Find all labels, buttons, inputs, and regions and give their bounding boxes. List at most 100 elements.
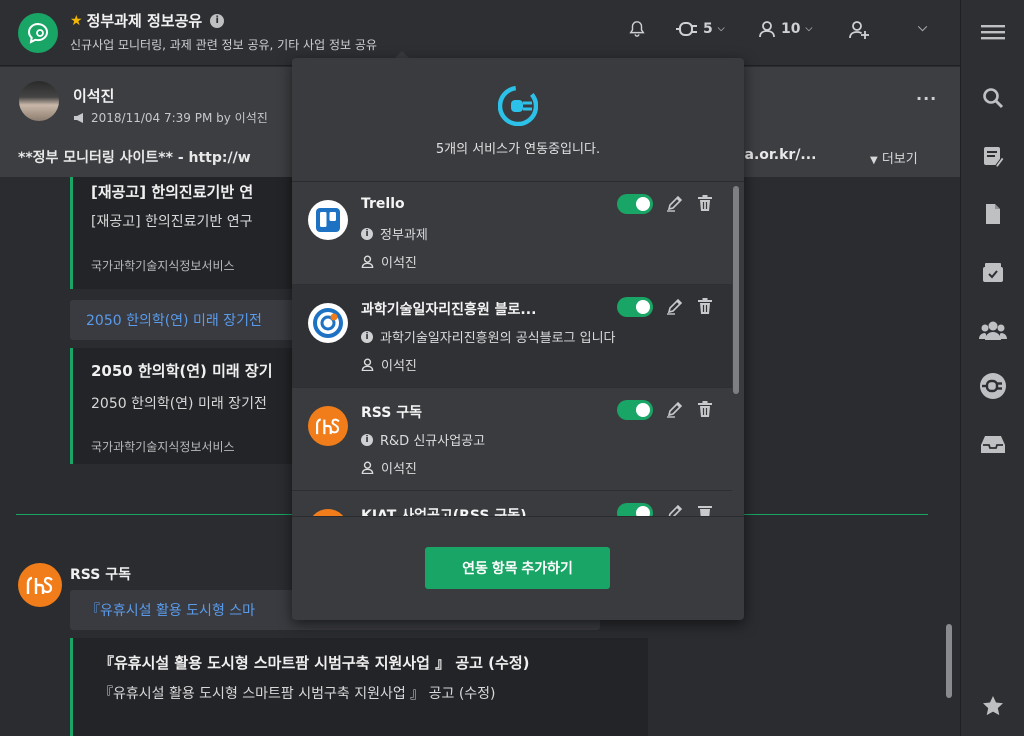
add-integration-button[interactable]: 연동 항목 추가하기 — [425, 547, 610, 589]
integration-plug-icon[interactable] — [977, 370, 1009, 402]
file-icon[interactable] — [977, 198, 1009, 230]
card-description: 『유휴시설 활용 도시형 스마트팜 시범구축 지원사업 』 공고 (수정) — [99, 686, 496, 702]
service-toggle[interactable] — [617, 400, 653, 420]
info-icon[interactable]: i — [210, 13, 225, 28]
show-more-label: 더보기 — [881, 152, 918, 167]
megaphone-icon — [74, 112, 83, 123]
feed-link[interactable]: 2050 한의학(연) 미래 장기전 — [70, 300, 295, 340]
service-toggle[interactable] — [617, 297, 653, 317]
card-description: [재공고] 한의진료기반 연구 — [91, 214, 253, 230]
show-more-link[interactable]: ▼ 더보기 — [870, 148, 918, 167]
task-box-icon[interactable] — [977, 256, 1009, 288]
service-topic: i 정부과제 — [361, 224, 428, 243]
integrations-button[interactable]: 5 ⌵ — [676, 20, 725, 38]
popup-footer: 연동 항목 추가하기 — [292, 516, 744, 620]
notice-text: **정부 모니터링 사이트** - http://w — [18, 150, 251, 166]
rss-icon — [308, 406, 348, 446]
room-header: ★ 정부과제 정보공유 i 신규사업 모니터링, 과제 관련 정보 공유, 기타… — [0, 0, 960, 66]
room-avatar-icon[interactable] — [18, 13, 58, 53]
integrations-popup: 5개의 서비스가 연동중입니다. Trello i 정부과제 이석진 과학기술일… — [292, 58, 744, 620]
service-topic-text: R&D 신규사업공고 — [380, 434, 486, 449]
avatar[interactable] — [19, 81, 59, 121]
edit-pencil-icon[interactable] — [666, 194, 684, 212]
edit-pencil-icon[interactable] — [666, 503, 684, 516]
room-title-text: 정부과제 정보공유 — [86, 12, 203, 30]
inbox-tray-icon[interactable] — [977, 428, 1009, 460]
service-topic-text: 정부과제 — [380, 228, 428, 243]
plug-icon — [676, 22, 697, 36]
feed-scrollbar[interactable] — [946, 624, 952, 698]
bell-icon — [629, 21, 645, 37]
right-sidebar — [960, 0, 1024, 736]
chevron-down-icon: ⌵ — [717, 24, 725, 34]
favorites-star-icon[interactable] — [977, 690, 1009, 722]
card-source: 국가과학기술지식정보서비스 — [91, 440, 235, 454]
integrations-count: 5 — [703, 21, 713, 37]
service-item[interactable]: RSS 구독 i R&D 신규사업공고 이석진 — [292, 388, 732, 491]
chevron-down-icon: ⌵ — [918, 20, 928, 34]
notice-meta: 2018/11/04 7:39 PM by 이석진 — [73, 109, 268, 126]
card-title: 2050 한의학(연) 미래 장기 — [91, 362, 273, 380]
service-name: Trello — [361, 196, 405, 212]
service-owner: 이석진 — [361, 252, 417, 271]
service-list: Trello i 정부과제 이석진 과학기술일자리진흥원 블로... i 과학기… — [292, 182, 744, 516]
notification-bell-button[interactable] — [628, 20, 646, 38]
room-title[interactable]: ★ 정부과제 정보공유 i — [70, 10, 225, 31]
mentions-note-icon[interactable] — [977, 140, 1009, 172]
search-icon[interactable] — [977, 82, 1009, 114]
trash-icon[interactable] — [696, 503, 714, 516]
service-owner: 이석진 — [361, 458, 417, 477]
room-description: 신규사업 모니터링, 과제 관련 정보 공유, 기타 사업 정보 공유 — [70, 38, 377, 52]
info-icon: i — [361, 330, 373, 343]
star-icon[interactable]: ★ — [70, 13, 83, 29]
caret-down-icon: ▼ — [870, 155, 878, 166]
hamburger-menu-icon[interactable] — [977, 16, 1009, 48]
members-group-icon[interactable] — [977, 314, 1009, 346]
rss-avatar-icon[interactable] — [18, 563, 62, 607]
plug-icon — [498, 86, 538, 126]
user-icon — [361, 358, 374, 371]
card-title: [재공고] 한의진료기반 연 — [91, 183, 254, 201]
service-toggle[interactable] — [617, 194, 653, 214]
feed-card[interactable]: [재공고] 한의진료기반 연 [재공고] 한의진료기반 연구 국가과학기술지식정… — [70, 177, 300, 289]
more-menu-icon[interactable]: ··· — [916, 89, 937, 108]
card-source: 국가과학기술지식정보서비스 — [91, 259, 235, 273]
edit-pencil-icon[interactable] — [666, 297, 684, 315]
service-item[interactable]: Trello i 정부과제 이석진 — [292, 182, 732, 285]
invite-member-button[interactable] — [848, 20, 870, 40]
blog-logo-icon — [308, 303, 348, 343]
service-toggle[interactable] — [617, 503, 653, 516]
trello-icon — [308, 200, 348, 240]
member-icon — [759, 21, 775, 38]
members-button[interactable]: 10 ⌵ — [758, 20, 812, 38]
service-item[interactable]: KIAT 사업공고(RSS 구독) — [292, 491, 732, 516]
chevron-down-icon: ⌵ — [805, 24, 813, 34]
service-owner-text: 이석진 — [381, 256, 417, 271]
notice-author: 이석진 — [73, 87, 115, 105]
service-item[interactable]: 과학기술일자리진흥원 블로... i 과학기술일자리진흥원의 공식블로그 입니다… — [292, 285, 732, 388]
service-owner-text: 이석진 — [381, 359, 417, 374]
trash-icon[interactable] — [696, 194, 714, 212]
trash-icon[interactable] — [696, 297, 714, 315]
info-icon: i — [361, 227, 373, 240]
service-owner-text: 이석진 — [381, 462, 417, 477]
service-name: 과학기술일자리진흥원 블로... — [361, 302, 537, 318]
popup-header: 5개의 서비스가 연동중입니다. — [292, 58, 744, 182]
edit-pencil-icon[interactable] — [666, 400, 684, 418]
service-owner: 이석진 — [361, 355, 417, 374]
rss-icon — [308, 509, 348, 516]
service-name: RSS 구독 — [361, 405, 422, 421]
card-description: 2050 한의학(연) 미래 장기전 — [91, 396, 267, 412]
info-icon: i — [361, 433, 373, 446]
room-menu-chevron[interactable]: ⌵ — [918, 20, 927, 35]
feed-card[interactable]: 2050 한의학(연) 미래 장기 2050 한의학(연) 미래 장기전 국가과… — [70, 348, 300, 464]
trash-icon[interactable] — [696, 400, 714, 418]
service-topic-text: 과학기술일자리진흥원의 공식블로그 입니다 — [380, 331, 616, 346]
user-icon — [361, 461, 374, 474]
feed-card[interactable]: 『유휴시설 활용 도시형 스마트팜 시범구축 지원사업 』 공고 (수정) 『유… — [70, 638, 648, 736]
rss-sender-name: RSS 구독 — [70, 567, 131, 583]
service-list-scrollbar[interactable] — [733, 186, 739, 394]
user-icon — [361, 255, 374, 268]
members-count: 10 — [781, 21, 801, 37]
service-name: KIAT 사업공고(RSS 구독) — [361, 508, 527, 516]
